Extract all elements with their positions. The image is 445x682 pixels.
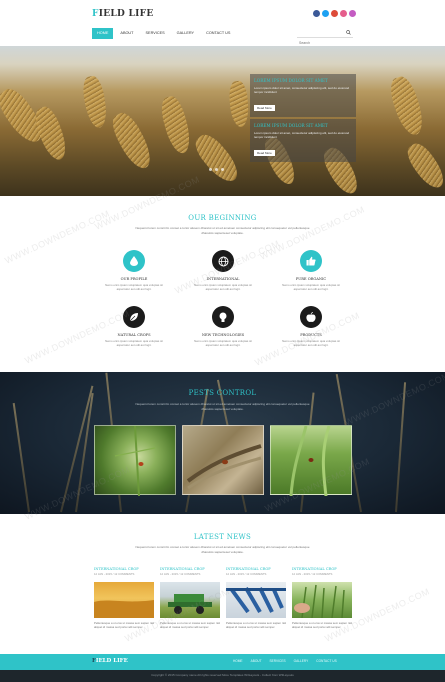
nav-about[interactable]: ABOUT — [115, 28, 138, 39]
news-card-date: 12 JAN - 2015 / 12 COMMENTS — [292, 572, 333, 576]
news-text: Nequerst lorem consit ilm conset a torto… — [135, 545, 310, 554]
read-more-button[interactable]: Read More — [254, 105, 275, 111]
slider-dot[interactable] — [221, 168, 224, 171]
hero-slider: Lorem ipsum dolor sit amet Lorem ipsum d… — [0, 46, 445, 196]
feature-organic: PURE ORGANIC Nemo enim ipsam voluptatem … — [276, 250, 346, 291]
news-image[interactable] — [226, 582, 286, 618]
footer-nav-about[interactable]: ABOUT — [251, 659, 262, 663]
feature-title: NATURAL CROPS — [117, 333, 151, 337]
nav-gallery[interactable]: GALLERY — [172, 28, 199, 39]
feature-text: Nemo enim ipsam voluptatem quia voluptas… — [105, 339, 163, 347]
slider-dots — [209, 168, 224, 171]
beginning-text: Nequerst lorem consit ilm conset a torto… — [135, 226, 310, 235]
news-card[interactable]: INTERNATIONAL CROP 12 JAN - 2015 / 12 CO… — [94, 567, 154, 629]
lightbulb-icon — [212, 306, 234, 328]
bottom-bar: Copyright © 2015 Company name All rights… — [0, 670, 445, 682]
feature-text: Nemo enim ipsam voluptatem quia voluptas… — [105, 283, 163, 291]
apple-icon — [300, 306, 322, 328]
footer-logo[interactable]: FIELD LIFE — [92, 658, 128, 664]
feature-title: PURE ORGANIC — [295, 277, 327, 281]
social-links — [313, 10, 356, 17]
feature-text: Nemo enim ipsam voluptatem quia voluptas… — [194, 339, 252, 347]
news-title: LATEST NEWS — [193, 533, 252, 541]
facebook-icon[interactable] — [313, 10, 320, 17]
news-card-date: 12 JAN - 2015 / 12 COMMENTS — [226, 572, 267, 576]
pests-title: PESTS CONTROL — [188, 389, 257, 397]
nav-services[interactable]: SERVICES — [141, 28, 170, 39]
thumbs-up-icon — [300, 250, 322, 272]
news-card-title[interactable]: INTERNATIONAL CROP — [160, 567, 220, 571]
header: FIELD LIFE HOME ABOUT SERVICES GALLERY C… — [0, 0, 445, 47]
hero-caption-text: Lorem ipsum dolor sit amet, consectetur … — [254, 131, 350, 139]
news-image[interactable] — [94, 582, 154, 618]
pinterest-icon[interactable] — [340, 10, 347, 17]
news-card-title[interactable]: INTERNATIONAL CROP — [292, 567, 352, 571]
hero-caption-text: Lorem ipsum dolor sit amet, consectetur … — [254, 86, 350, 94]
news-card-date: 12 JAN - 2015 / 12 COMMENTS — [160, 572, 201, 576]
main-nav: HOME ABOUT SERVICES GALLERY CONTACT US — [92, 28, 235, 39]
feature-profile: OUR PROFILE Nemo enim ipsam voluptatem q… — [99, 250, 169, 291]
footer-nav-services[interactable]: SERVICES — [270, 659, 286, 663]
hero-caption-1: Lorem ipsum dolor sit amet Lorem ipsum d… — [250, 74, 356, 117]
slider-dot[interactable] — [209, 168, 212, 171]
search-box — [297, 29, 353, 47]
footer-nav-contact[interactable]: CONTACT US — [316, 659, 336, 663]
nav-home[interactable]: HOME — [92, 28, 114, 39]
footer-logo-text: IELD LIFE — [95, 658, 128, 664]
drop-icon — [123, 250, 145, 272]
feature-technologies: NEW TECHNOLOGIES Nemo enim ipsam volupta… — [188, 306, 258, 347]
dribbble-icon[interactable] — [349, 10, 356, 17]
twitter-icon[interactable] — [322, 10, 329, 17]
feature-text: Nemo enim ipsam voluptatem quia voluptas… — [282, 283, 340, 291]
news-card[interactable]: INTERNATIONAL CROP 12 JAN - 2015 / 12 CO… — [292, 567, 352, 629]
feature-title: NEW TECHNOLOGIES — [201, 333, 245, 337]
footer-nav-home[interactable]: HOME — [233, 659, 243, 663]
copyright-text: Copyright © 2015 Company name All rights… — [151, 673, 294, 677]
beginning-title: OUR BEGINNING — [188, 214, 257, 222]
search-icon[interactable] — [346, 30, 351, 35]
news-image[interactable] — [292, 582, 352, 618]
news-card-title[interactable]: INTERNATIONAL CROP — [94, 567, 154, 571]
slider-dot[interactable] — [215, 168, 218, 171]
logo[interactable]: FIELD LIFE — [92, 9, 154, 19]
news-card-date: 12 JAN - 2015 / 12 COMMENTS — [94, 572, 135, 576]
footer-nav: HOME ABOUT SERVICES GALLERY CONTACT US — [233, 659, 337, 663]
pest-photo-2[interactable] — [182, 425, 264, 495]
pests-text: Nequerst lorem consit ilm conset a torto… — [135, 402, 310, 411]
hero-caption-2: Lorem ipsum dolor sit amet Lorem ipsum d… — [250, 119, 356, 162]
logo-first-letter: F — [92, 9, 99, 19]
footer: FIELD LIFE HOME ABOUT SERVICES GALLERY C… — [0, 654, 445, 670]
google-plus-icon[interactable] — [331, 10, 338, 17]
read-more-button[interactable]: Read More — [254, 150, 275, 156]
news-card[interactable]: INTERNATIONAL CROP 12 JAN - 2015 / 12 CO… — [226, 567, 286, 629]
news-card-title[interactable]: INTERNATIONAL CROP — [226, 567, 286, 571]
news-card-text: Pellentesque a ut eros ut massa sem sapi… — [226, 621, 287, 629]
nav-contact[interactable]: CONTACT US — [201, 28, 235, 39]
feature-title: OUR PROFILE — [120, 277, 148, 281]
footer-nav-gallery[interactable]: GALLERY — [294, 659, 309, 663]
hero-caption-title: Lorem ipsum dolor sit amet — [254, 123, 328, 128]
hero-caption-title: Lorem ipsum dolor sit amet — [254, 78, 328, 83]
logo-text: IELD LIFE — [98, 9, 154, 19]
